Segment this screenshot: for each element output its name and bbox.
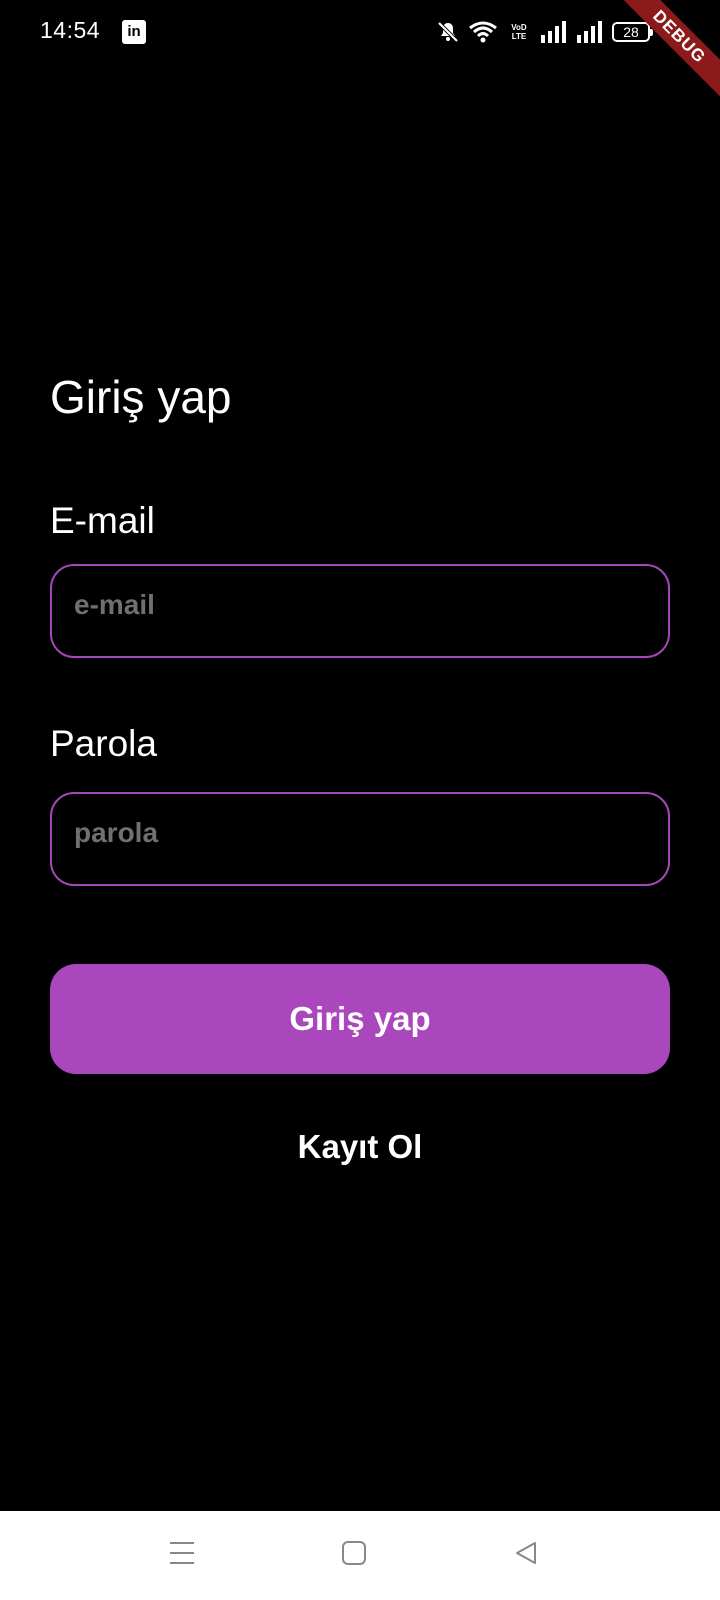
debug-banner: DEBUG xyxy=(616,0,720,100)
status-bar: 14:54 in VoD LTE 28 DEBUG xyxy=(0,0,720,100)
password-field-container[interactable] xyxy=(50,792,670,886)
network-type-label: VoD LTE xyxy=(511,23,527,41)
email-input[interactable] xyxy=(52,566,668,656)
home-button[interactable] xyxy=(324,1511,384,1600)
password-input[interactable] xyxy=(52,794,668,884)
password-label: Parola xyxy=(50,723,157,764)
linkedin-notification-icon: in xyxy=(122,20,146,44)
status-time: 14:54 xyxy=(40,17,101,43)
back-button[interactable] xyxy=(496,1511,556,1600)
system-navigation-bar xyxy=(0,1511,720,1600)
email-field-container[interactable] xyxy=(50,564,670,658)
login-screen: 14:54 in VoD LTE 28 DEBUG Giriş yap E-ma… xyxy=(0,0,720,1600)
back-icon xyxy=(513,1540,539,1571)
page-title: Giriş yap xyxy=(50,371,232,423)
battery-icon: 28 xyxy=(612,22,653,42)
login-button[interactable]: Giriş yap xyxy=(50,964,670,1074)
menu-icon xyxy=(168,1540,196,1571)
email-label: E-mail xyxy=(50,500,155,541)
signal-icon-sim1 xyxy=(540,21,568,43)
signal-icon-sim2 xyxy=(576,21,604,43)
recent-apps-button[interactable] xyxy=(152,1511,212,1600)
status-icons: VoD LTE 28 xyxy=(436,18,653,46)
home-icon xyxy=(341,1540,367,1571)
wifi-icon xyxy=(468,20,498,44)
register-link[interactable]: Kayıt Ol xyxy=(0,1128,720,1166)
mute-bell-icon xyxy=(436,20,460,44)
